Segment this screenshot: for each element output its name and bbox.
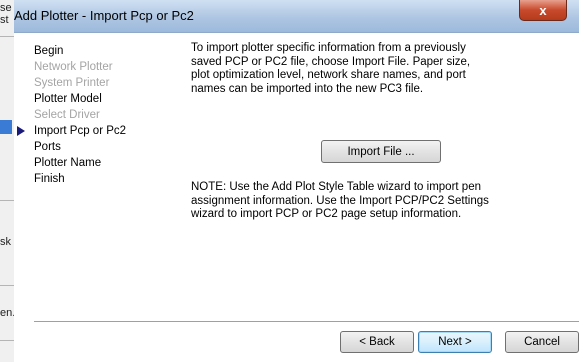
close-button[interactable]: x bbox=[519, 0, 567, 21]
import-file-button[interactable]: Import File ... bbox=[321, 140, 441, 163]
intro-text: To import plotter specific information f… bbox=[191, 42, 471, 95]
background-divider bbox=[0, 285, 14, 286]
add-plotter-dialog: Add Plotter - Import Pcp or Pc2 x Begin … bbox=[14, 0, 579, 362]
background-divider bbox=[0, 340, 14, 341]
wizard-step-ports: Ports bbox=[34, 141, 61, 153]
wizard-step-plotter-name: Plotter Name bbox=[34, 157, 102, 169]
wizard-step-import-pcp-or-pc2: Import Pcp or Pc2 bbox=[17, 123, 127, 139]
background-text-fragment: se bbox=[0, 2, 12, 14]
wizard-steps-nav: Begin Network Plotter System Printer Plo… bbox=[17, 43, 127, 187]
note-text: NOTE: Use the Add Plot Style Table wizar… bbox=[191, 181, 489, 220]
wizard-step-begin: Begin bbox=[34, 45, 64, 57]
background-text-fragment: en. bbox=[0, 307, 15, 319]
background-app-window: se st sk en. bbox=[0, 0, 15, 362]
close-icon: x bbox=[539, 2, 547, 18]
background-text-fragment: st bbox=[0, 14, 9, 26]
background-selected-row bbox=[0, 120, 12, 134]
wizard-step-network-plotter: Network Plotter bbox=[34, 61, 113, 73]
dialog-title: Add Plotter - Import Pcp or Pc2 bbox=[14, 8, 194, 23]
next-button[interactable]: Next > bbox=[418, 331, 492, 353]
footer-separator bbox=[34, 321, 579, 325]
current-step-arrow-icon bbox=[17, 126, 25, 136]
wizard-step-label: Import Pcp or Pc2 bbox=[34, 125, 127, 137]
wizard-step-plotter-model: Plotter Model bbox=[34, 93, 102, 105]
cancel-button[interactable]: Cancel bbox=[505, 331, 579, 353]
wizard-step-system-printer: System Printer bbox=[34, 77, 110, 89]
dialog-titlebar[interactable]: Add Plotter - Import Pcp or Pc2 x bbox=[14, 0, 579, 33]
background-text-fragment: sk bbox=[0, 236, 11, 248]
wizard-step-finish: Finish bbox=[34, 173, 65, 185]
background-divider bbox=[0, 36, 14, 37]
wizard-step-select-driver: Select Driver bbox=[34, 109, 100, 121]
back-button[interactable]: < Back bbox=[340, 331, 414, 353]
background-divider bbox=[0, 200, 14, 201]
dialog-content: Begin Network Plotter System Printer Plo… bbox=[14, 33, 579, 362]
